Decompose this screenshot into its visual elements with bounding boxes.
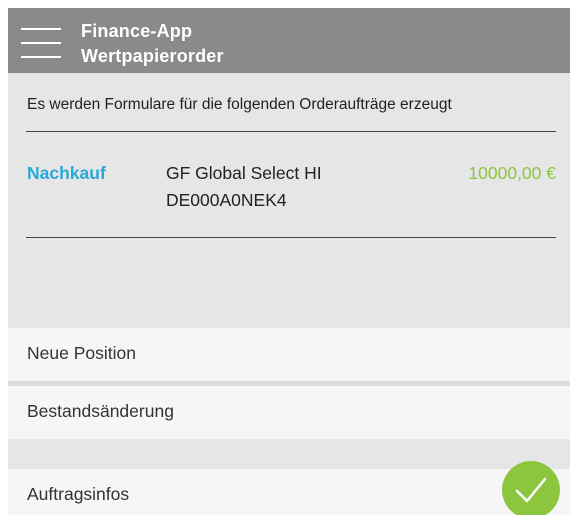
security-isin: DE000A0NEK4 [166,190,287,210]
confirm-button[interactable] [502,461,560,515]
app-screen: Finance-App Wertpapierorder Es werden Fo… [8,8,570,515]
security-name: GF Global Select HI [166,163,322,183]
order-amount: 10000,00 € [468,163,556,183]
menu-item-bestandsaenderung[interactable]: Bestandsänderung [8,386,570,439]
order-summary-panel: Es werden Formulare für die folgenden Or… [8,73,570,328]
divider [26,131,556,132]
row-separator [8,439,570,469]
menu-item-auftragsinfos[interactable]: Auftragsinfos [8,469,570,515]
order-type-label: Nachkauf [27,163,106,183]
hamburger-menu-icon[interactable] [21,28,61,58]
menu-item-label: Auftragsinfos [27,484,130,504]
app-title: Finance-App [81,21,193,41]
checkmark-icon [515,477,547,503]
page-title: Wertpapierorder [81,46,224,66]
summary-intro-text: Es werden Formulare für die folgenden Or… [27,96,452,113]
app-header: Finance-App Wertpapierorder [8,8,570,73]
menu-item-label: Bestandsänderung [27,401,174,421]
menu-item-neue-position[interactable]: Neue Position [8,328,570,381]
divider [26,237,556,238]
menu-item-label: Neue Position [27,343,136,363]
